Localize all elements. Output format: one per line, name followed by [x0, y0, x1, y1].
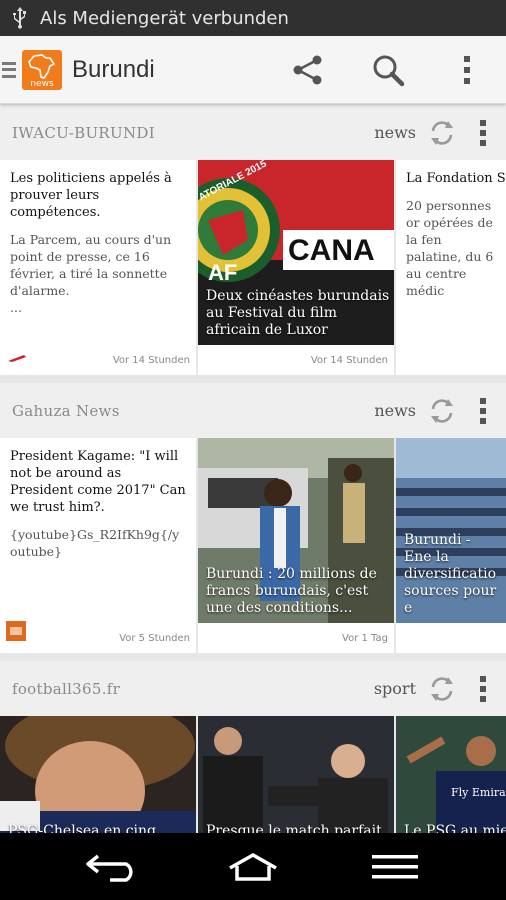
section-menu-icon[interactable]: [460, 675, 506, 702]
usb-icon: [0, 6, 40, 30]
section-menu-icon[interactable]: [460, 119, 506, 146]
card-excerpt-ellipsis: ...: [10, 300, 22, 315]
card-time: Vor 14 Stunden: [112, 354, 190, 366]
card-time: Vor 1 Tag: [342, 632, 388, 644]
recent-apps-icon[interactable]: [355, 842, 435, 892]
card-caption: Burundi - Ene la diversificatio sources …: [404, 532, 497, 616]
card-image: Presque le match parfait: [198, 716, 394, 846]
page-title: Burundi: [72, 55, 155, 83]
refresh-icon[interactable]: [424, 674, 460, 704]
card-caption: Burundi : 20 millions de francs burundai…: [206, 566, 377, 616]
search-icon[interactable]: [348, 36, 428, 104]
system-nav-bar: [0, 833, 506, 900]
news-card[interactable]: La Fondation Sta le sourire aux pe souff…: [396, 160, 506, 375]
section-divider: [0, 653, 506, 661]
card-excerpt: {youtube}Gs_R2IfKh9g{/youtube}: [10, 527, 180, 559]
news-card[interactable]: Presque le match parfait: [198, 716, 394, 846]
section-divider: [0, 375, 506, 383]
card-image: Burundi : 20 millions de francs burundai…: [198, 438, 394, 623]
card-footer: Vor 5 Stunden: [0, 621, 196, 653]
card-headline: La Fondation Sta le sourire aux pe souff…: [406, 171, 506, 186]
status-bar: Als Mediengerät verbunden: [0, 0, 506, 36]
section-menu-icon[interactable]: [460, 397, 506, 424]
source-name[interactable]: Gahuza News: [0, 402, 374, 420]
category-label: news: [374, 123, 416, 142]
card-image: CANA ATORIALE 2015 AF Deux cinéastes bur…: [198, 160, 394, 345]
card-row: PSG-Chelsea en cinq Presque le match par…: [0, 716, 506, 846]
image-text: CANA: [288, 234, 375, 267]
card-time: Vor 14 Stunden: [310, 354, 388, 366]
category-label: sport: [373, 679, 416, 698]
source-logo-icon: [6, 348, 28, 367]
source-name[interactable]: IWACU-BURUNDI: [0, 124, 374, 142]
card-row: Les politiciens appelés à prouver leurs …: [0, 160, 506, 375]
jersey-text: Fly Emirates: [451, 786, 506, 799]
image-text: AF: [208, 260, 237, 285]
app-logo-label: news: [30, 78, 54, 89]
news-card[interactable]: President Kagame: "I will not be around …: [0, 438, 196, 653]
news-card[interactable]: Burundi - Ene la diversificatio sources …: [396, 438, 506, 653]
drawer-toggle-icon[interactable]: [2, 59, 18, 81]
news-card[interactable]: Les politiciens appelés à prouver leurs …: [0, 160, 196, 375]
status-notification-text: Als Mediengerät verbunden: [40, 7, 289, 29]
africa-map-icon: [28, 53, 56, 79]
card-footer: Vor 14 Stunden: [0, 345, 196, 375]
share-icon[interactable]: [268, 36, 348, 104]
card-excerpt: 20 personnes or opérées de la fen palati…: [406, 198, 494, 298]
card-footer: [396, 623, 506, 653]
refresh-icon[interactable]: [424, 396, 460, 426]
card-excerpt: La Parcem, au cours d'un point de presse…: [10, 232, 172, 298]
source-name[interactable]: football365.fr: [0, 680, 374, 698]
card-image: Burundi - Ene la diversificatio sources …: [396, 438, 506, 623]
card-caption: Deux cinéastes burundais au Festival du …: [206, 288, 390, 338]
refresh-icon[interactable]: [424, 118, 460, 148]
card-footer: Vor 1 Tag: [198, 623, 394, 653]
section-header: football365.fr sport: [0, 661, 506, 716]
news-card[interactable]: Fly Emirates Le PSG au mieux: [396, 716, 506, 846]
card-row: President Kagame: "I will not be around …: [0, 438, 506, 653]
card-image: PSG-Chelsea en cinq: [0, 716, 196, 846]
home-icon[interactable]: [213, 842, 293, 892]
news-feed: IWACU-BURUNDI news Les politiciens appel…: [0, 105, 506, 846]
back-icon[interactable]: [71, 842, 151, 892]
card-headline: President Kagame: "I will not be around …: [10, 449, 186, 515]
screen: Als Mediengerät verbunden news Burundi I…: [0, 0, 506, 900]
overflow-menu-icon[interactable]: [428, 36, 506, 104]
card-headline: Les politiciens appelés à prouver leurs …: [10, 171, 172, 220]
news-card[interactable]: CANA ATORIALE 2015 AF Deux cinéastes bur…: [198, 160, 394, 375]
card-image: Fly Emirates Le PSG au mieux: [396, 716, 506, 846]
app-logo[interactable]: news: [22, 49, 62, 90]
news-card[interactable]: Burundi : 20 millions de francs burundai…: [198, 438, 394, 653]
section-header: Gahuza News news: [0, 383, 506, 438]
source-logo-icon: [6, 621, 26, 645]
news-card[interactable]: PSG-Chelsea en cinq: [0, 716, 196, 846]
category-label: news: [374, 401, 416, 420]
section-header: IWACU-BURUNDI news: [0, 105, 506, 160]
card-footer: Vor 14 Stunden: [198, 345, 394, 375]
action-bar: news Burundi: [0, 36, 506, 104]
card-time: Vor 5 Stunden: [119, 632, 190, 644]
